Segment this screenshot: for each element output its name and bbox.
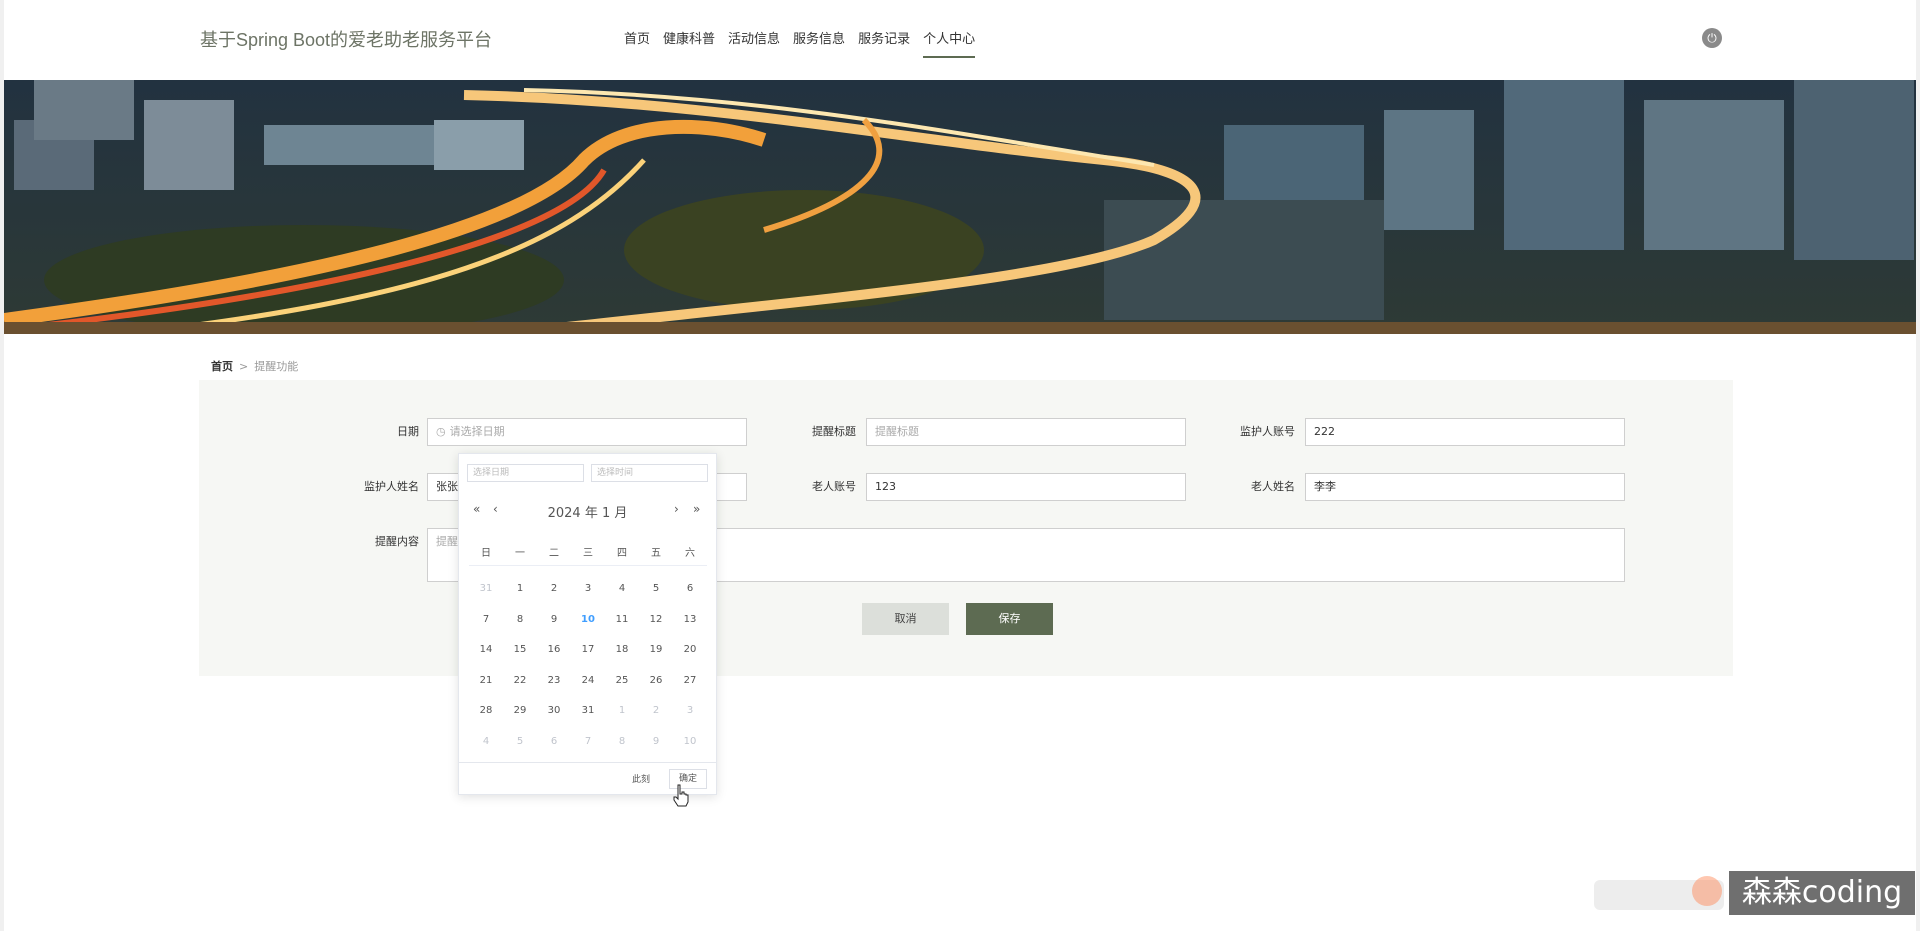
day-cell[interactable]: 9 [639,727,673,758]
breadcrumb-home[interactable]: 首页 [211,360,233,373]
date-picker-popup: 选择日期 选择时间 « ‹ 2024 年 1 月 › » 日 一 二 三 四 五… [458,453,717,795]
day-cell[interactable]: 31 [469,574,503,605]
nav-service-record[interactable]: 服务记录 [858,28,910,58]
day-cell[interactable]: 24 [571,666,605,697]
clock-icon: ◷ [436,425,446,438]
day-cell[interactable]: 17 [571,635,605,666]
day-cell[interactable]: 4 [605,574,639,605]
day-cell[interactable]: 8 [503,605,537,636]
day-cell[interactable]: 25 [605,666,639,697]
day-cell[interactable]: 3 [673,696,707,727]
site-title: 基于Spring Boot的爱老助老服务平台 [200,30,493,50]
day-cell[interactable]: 1 [605,696,639,727]
nav-home[interactable]: 首页 [624,28,650,58]
content-label: 提醒内容 [375,535,419,548]
day-cell[interactable]: 6 [537,727,571,758]
picker-date-placeholder: 选择日期 [473,468,510,478]
weekday-sun: 日 [481,548,491,559]
day-cell[interactable]: 11 [605,605,639,636]
save-button[interactable]: 保存 [966,603,1053,635]
guardian-account-label: 监护人账号 [1240,425,1295,438]
day-cell[interactable]: 2 [639,696,673,727]
header: 基于Spring Boot的爱老助老服务平台 首页 健康科普 活动信息 服务信息… [4,0,1916,80]
weekday-wed: 三 [583,548,593,559]
day-cell-today[interactable]: 10 [571,605,605,636]
weekday-sat: 六 [685,548,695,559]
weekday-mon: 一 [515,548,525,559]
breadcrumb-current: 提醒功能 [254,360,299,373]
day-cell[interactable]: 5 [639,574,673,605]
day-cell[interactable]: 20 [673,635,707,666]
nav-activity[interactable]: 活动信息 [728,28,780,58]
day-cell[interactable]: 13 [673,605,707,636]
day-cell[interactable]: 31 [571,696,605,727]
guardian-account-input[interactable]: 222 [1305,418,1625,446]
weekday-row: 日 一 二 三 四 五 六 [469,544,707,566]
day-cell[interactable]: 7 [469,605,503,636]
elder-account-input[interactable]: 123 [866,473,1186,501]
picker-time-placeholder: 选择时间 [597,468,634,478]
title-input[interactable]: 提醒标题 [866,418,1186,446]
day-cell[interactable]: 4 [469,727,503,758]
weekday-tue: 二 [549,548,559,559]
day-cell[interactable]: 22 [503,666,537,697]
day-cell[interactable]: 15 [503,635,537,666]
title-placeholder: 提醒标题 [875,425,919,438]
day-cell[interactable]: 19 [639,635,673,666]
next-year-button[interactable]: » [693,502,700,516]
banner-image [4,80,1916,334]
breadcrumb-separator: > [239,360,249,373]
title-label: 提醒标题 [812,425,856,438]
day-cell[interactable]: 9 [537,605,571,636]
page: 基于Spring Boot的爱老助老服务平台 首页 健康科普 活动信息 服务信息… [0,0,1920,931]
nav-health[interactable]: 健康科普 [663,28,715,58]
guardian-name-label: 监护人姓名 [364,480,419,493]
picker-date-input[interactable]: 选择日期 [467,464,584,482]
day-cell[interactable]: 5 [503,727,537,758]
day-cell[interactable]: 23 [537,666,571,697]
picker-header: « ‹ 2024 年 1 月 › » [459,502,716,522]
nav-personal-center[interactable]: 个人中心 [923,28,976,58]
city-night-highway-illustration [4,80,1916,334]
breadcrumb: 首页 > 提醒功能 [211,358,298,374]
day-cell[interactable]: 28 [469,696,503,727]
day-cell[interactable]: 2 [537,574,571,605]
cancel-button[interactable]: 取消 [862,603,949,635]
elder-name-label: 老人姓名 [1251,480,1295,493]
day-cell[interactable]: 7 [571,727,605,758]
hand-cursor-icon [673,784,689,807]
day-cell[interactable]: 18 [605,635,639,666]
weekday-fri: 五 [651,548,661,559]
day-grid: 31 1 2 3 4 5 6 7 8 9 10 11 12 13 14 15 16 17 18 19 20 21 22 23 2… [469,574,707,757]
day-cell[interactable]: 12 [639,605,673,636]
date-label: 日期 [397,425,419,438]
now-button[interactable]: 此刻 [632,772,650,785]
day-cell[interactable]: 8 [605,727,639,758]
watermark-decoration [1692,876,1722,906]
day-cell[interactable]: 1 [503,574,537,605]
day-cell[interactable]: 27 [673,666,707,697]
elder-account-label: 老人账号 [812,480,856,493]
day-cell[interactable]: 16 [537,635,571,666]
day-cell[interactable]: 26 [639,666,673,697]
date-placeholder: 请选择日期 [449,425,505,438]
nav-service-info[interactable]: 服务信息 [793,28,845,58]
picker-time-input[interactable]: 选择时间 [591,464,708,482]
date-picker-input[interactable]: ◷ 请选择日期 [427,418,747,446]
main-nav: 首页 健康科普 活动信息 服务信息 服务记录 个人中心 [624,28,988,58]
day-cell[interactable]: 30 [537,696,571,727]
weekday-thu: 四 [617,548,627,559]
day-cell[interactable]: 6 [673,574,707,605]
day-cell[interactable]: 10 [673,727,707,758]
day-cell[interactable]: 3 [571,574,605,605]
day-cell[interactable]: 14 [469,635,503,666]
watermark-text: 森森coding [1729,871,1915,915]
day-cell[interactable]: 21 [469,666,503,697]
power-icon[interactable]: ⏻ [1702,28,1722,48]
day-cell[interactable]: 29 [503,696,537,727]
next-month-button[interactable]: › [674,502,679,516]
elder-name-input[interactable]: 李李 [1305,473,1625,501]
